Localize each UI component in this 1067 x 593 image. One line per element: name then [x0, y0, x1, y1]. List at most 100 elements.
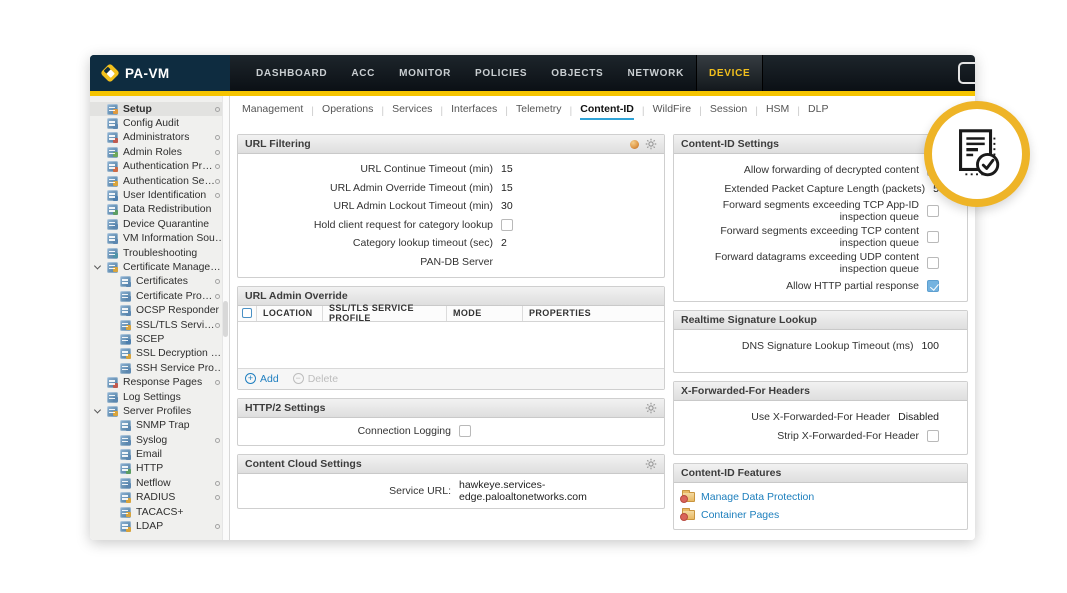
- sidebar-item[interactable]: User Identification: [90, 188, 229, 202]
- right-column: Content-ID Settings Allow forwarding of …: [673, 134, 968, 538]
- nav-tab[interactable]: DEVICE: [696, 55, 763, 91]
- chevron-down-icon[interactable]: [94, 263, 101, 270]
- sidebar-item[interactable]: Certificate Profile: [90, 289, 229, 303]
- sidebar-item[interactable]: Authentication Profile: [90, 160, 229, 174]
- nav-edge-button-partial[interactable]: [958, 62, 975, 84]
- sidebar-item-icon: [120, 348, 131, 359]
- sidebar-item-label: Netflow: [136, 478, 171, 489]
- select-all-checkbox[interactable]: [242, 308, 252, 318]
- sidebar-item[interactable]: HTTP: [90, 462, 229, 476]
- sidebar-item[interactable]: Certificate Management: [90, 260, 229, 274]
- checkbox[interactable]: [927, 430, 939, 442]
- sidebar-item-icon: [107, 233, 118, 244]
- form-row: DNS Signature Lookup Timeout (ms) 100: [674, 337, 967, 354]
- nav-tab[interactable]: NETWORK: [615, 55, 696, 91]
- column-header[interactable]: SSL/TLS SERVICE PROFILE: [323, 306, 447, 321]
- column-header[interactable]: MODE: [447, 306, 523, 321]
- settings-tab[interactable]: Operations: [303, 103, 373, 120]
- panel-title: URL Admin Override: [245, 290, 348, 302]
- settings-tab[interactable]: Management: [242, 103, 303, 120]
- settings-tab[interactable]: Telemetry: [497, 103, 561, 120]
- form-row: Service URL: hawkeye.services-edge.paloa…: [238, 479, 664, 503]
- sidebar-item[interactable]: OCSP Responder: [90, 303, 229, 317]
- sidebar-item[interactable]: Netflow: [90, 476, 229, 490]
- feature-link[interactable]: Container Pages: [674, 506, 967, 524]
- sidebar-item-label: Administrators: [123, 132, 189, 143]
- checkbox[interactable]: [927, 257, 939, 269]
- sidebar-item[interactable]: Certificates: [90, 275, 229, 289]
- settings-tab[interactable]: DLP: [789, 103, 828, 120]
- scrollbar-thumb[interactable]: [223, 301, 228, 337]
- sidebar-item-icon: [120, 363, 131, 374]
- sidebar-item[interactable]: Authentication Sequence: [90, 174, 229, 188]
- settings-tab[interactable]: Session: [691, 103, 747, 120]
- settings-tab-label: HSM: [766, 103, 789, 120]
- sidebar-item[interactable]: TACACS+: [90, 505, 229, 519]
- settings-tab[interactable]: HSM: [747, 103, 789, 120]
- nav-tab[interactable]: DASHBOARD: [244, 55, 339, 91]
- sidebar-item[interactable]: Syslog: [90, 433, 229, 447]
- checkbox[interactable]: [459, 425, 471, 437]
- sidebar-item[interactable]: Log Settings: [90, 390, 229, 404]
- gear-icon[interactable]: [645, 402, 657, 414]
- checkbox[interactable]: [927, 280, 939, 292]
- column-header[interactable]: PROPERTIES: [523, 306, 664, 321]
- sidebar-item[interactable]: SSH Service Profile: [90, 361, 229, 375]
- checkbox[interactable]: [927, 205, 939, 217]
- field-label: Forward datagrams exceeding UDP content …: [682, 251, 919, 275]
- sidebar-item[interactable]: SSL/TLS Service Profile: [90, 318, 229, 332]
- settings-tab[interactable]: Interfaces: [432, 103, 497, 120]
- sidebar-item[interactable]: Device Quarantine: [90, 217, 229, 231]
- sidebar-item[interactable]: Email: [90, 447, 229, 461]
- sidebar-item[interactable]: LDAP: [90, 519, 229, 533]
- sidebar-item[interactable]: Config Audit: [90, 116, 229, 130]
- sidebar-item-icon: [107, 262, 118, 273]
- nav-tab[interactable]: ACC: [339, 55, 387, 91]
- sidebar-item[interactable]: Troubleshooting: [90, 246, 229, 260]
- table-footer: Add Delete: [238, 368, 664, 389]
- add-button[interactable]: Add: [245, 373, 279, 385]
- sidebar-item-label: SSL/TLS Service Profile: [136, 320, 215, 331]
- sidebar-item[interactable]: Setup: [90, 102, 229, 116]
- x-forwarded-for-headers-panel: X-Forwarded-For Headers Use X-Forwarded-…: [673, 381, 968, 455]
- gear-icon[interactable]: [645, 138, 657, 150]
- gear-icon[interactable]: [645, 458, 657, 470]
- feature-link[interactable]: Manage Data Protection: [674, 488, 967, 506]
- column-header[interactable]: LOCATION: [257, 306, 323, 321]
- nav-tab-label: OBJECTS: [551, 68, 603, 79]
- nav-tab[interactable]: OBJECTS: [539, 55, 615, 91]
- settings-tab[interactable]: Services: [373, 103, 432, 120]
- sidebar-item-label: SNMP Trap: [136, 420, 190, 431]
- sidebar-item[interactable]: VM Information Sources: [90, 232, 229, 246]
- sidebar-item[interactable]: Admin Roles: [90, 145, 229, 159]
- document-check-icon: [948, 125, 1006, 183]
- field-label: Connection Logging: [246, 425, 451, 437]
- nav-tab[interactable]: POLICIES: [463, 55, 539, 91]
- sidebar-item[interactable]: SNMP Trap: [90, 419, 229, 433]
- field-label: PAN-DB Server: [246, 256, 493, 268]
- panel-body: DNS Signature Lookup Timeout (ms) 100: [674, 330, 967, 372]
- sidebar-item[interactable]: Response Pages: [90, 375, 229, 389]
- sidebar-item[interactable]: RADIUS: [90, 491, 229, 505]
- checkbox[interactable]: [927, 231, 939, 243]
- field-label: Allow forwarding of decrypted content: [682, 164, 919, 176]
- sidebar-item[interactable]: SCEP: [90, 332, 229, 346]
- settings-tab[interactable]: Content-ID: [562, 103, 634, 120]
- sidebar-item[interactable]: Server Profiles: [90, 404, 229, 418]
- sidebar-item[interactable]: Data Redistribution: [90, 203, 229, 217]
- nav-tab[interactable]: MONITOR: [387, 55, 463, 91]
- delete-button[interactable]: Delete: [293, 373, 338, 385]
- field-label: Forward segments exceeding TCP App-ID in…: [682, 199, 919, 223]
- http2-settings-panel: HTTP/2 Settings Connection Logging: [237, 398, 665, 446]
- panel-header: URL Filtering: [238, 135, 664, 154]
- checkbox[interactable]: [501, 219, 513, 231]
- settings-tab[interactable]: WildFire: [634, 103, 691, 120]
- feature-link-label: Manage Data Protection: [701, 491, 814, 503]
- sidebar-item-label: OCSP Responder: [136, 305, 219, 316]
- field-value: 30: [501, 200, 513, 212]
- sidebar-item[interactable]: SSL Decryption Exclusion: [90, 347, 229, 361]
- sidebar-item[interactable]: Administrators: [90, 131, 229, 145]
- field-label: Allow HTTP partial response: [682, 280, 919, 292]
- sidebar-scrollbar[interactable]: [222, 96, 229, 540]
- chevron-down-icon[interactable]: [94, 407, 101, 414]
